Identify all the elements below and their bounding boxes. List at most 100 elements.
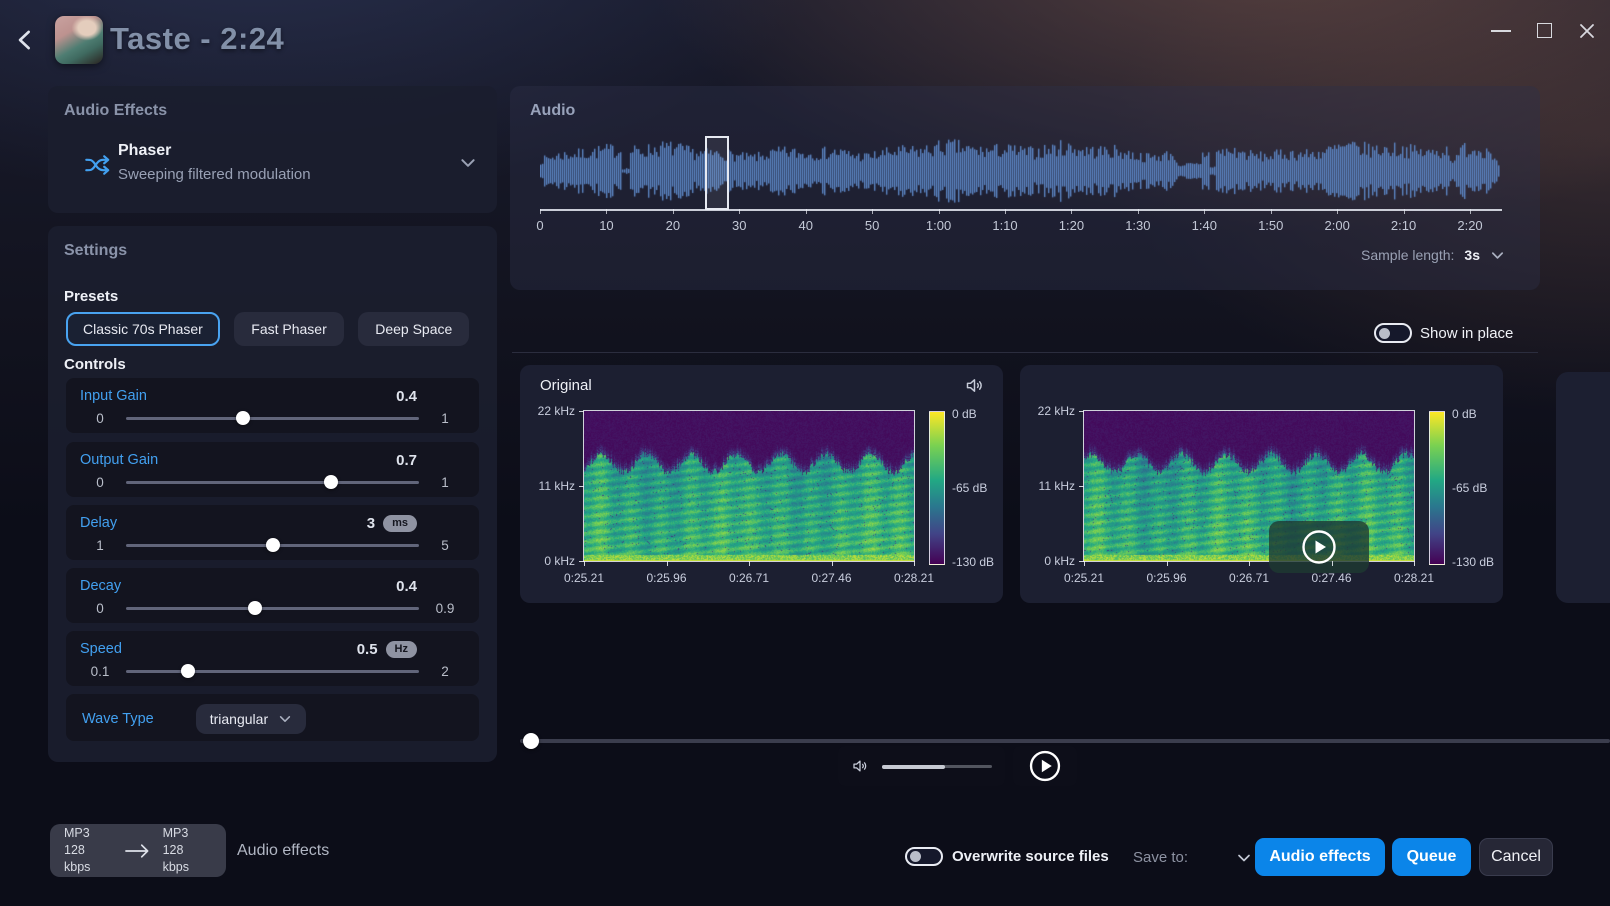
effect-selector[interactable]: Phaser Sweeping filtered modulation (48, 138, 497, 194)
output-gain-slider[interactable] (126, 474, 419, 490)
presets-heading: Presets (64, 288, 118, 305)
time-label: 0:25.96 (646, 571, 686, 585)
colorbar: 0 dB -65 dB -130 dB (1429, 411, 1445, 565)
time-tick: 40 (798, 218, 812, 233)
overwrite-row: Overwrite source files (905, 847, 1109, 866)
freq-tick: 22 kHz (538, 404, 575, 418)
close-button[interactable] (1577, 21, 1597, 41)
db-tick: -130 dB (952, 555, 994, 569)
input-gain-slider[interactable] (126, 410, 419, 426)
audio-effects-button[interactable]: Audio effects (1255, 838, 1385, 876)
effect-description: Sweeping filtered modulation (118, 166, 311, 183)
time-label: 0:26.71 (729, 571, 769, 585)
waveform[interactable] (540, 134, 1500, 208)
spectrogram-canvas (584, 411, 914, 561)
db-tick: -65 dB (1452, 481, 1487, 495)
conversion-badge: MP3 128 kbps MP3 128 kbps (50, 824, 226, 877)
slider-row-decay: Decay 0.4 0 0.9 (66, 568, 479, 623)
settings-heading: Settings (64, 242, 127, 260)
show-in-place-row: Show in place (1374, 323, 1513, 343)
time-tick: 50 (865, 218, 879, 233)
volume-icon[interactable] (851, 757, 869, 775)
spectrogram-processed-card: 22 kHz 11 kHz 0 kHz 0:25.21 0:25.96 0:26… (1020, 365, 1503, 603)
spectrogram-plot: 22 kHz 11 kHz 0 kHz 0:25.21 0:25.96 0:26… (583, 410, 915, 562)
sample-selection-handle[interactable] (705, 136, 729, 210)
controls-heading: Controls (64, 356, 126, 373)
slider-row-input-gain: Input Gain 0.4 0 1 (66, 378, 479, 433)
slider-value: 0.5 (357, 641, 378, 658)
time-label: 0:28.21 (1394, 571, 1434, 585)
unit-badge: ms (383, 515, 417, 532)
slider-label: Speed (80, 641, 122, 657)
show-in-place-label: Show in place (1420, 325, 1513, 342)
save-to-label: Save to: (1133, 849, 1188, 866)
slider-min: 0 (80, 475, 120, 490)
preset-group: Classic 70s Phaser Fast Phaser Deep Spac… (66, 312, 479, 346)
queue-button[interactable]: Queue (1392, 838, 1471, 876)
overwrite-toggle[interactable] (905, 847, 943, 866)
time-tick: 1:20 (1059, 218, 1084, 233)
chevron-down-icon (1490, 248, 1505, 263)
time-label: 0:25.21 (564, 571, 604, 585)
back-button[interactable] (10, 24, 42, 56)
time-tick: 2:10 (1391, 218, 1416, 233)
play-button[interactable] (1027, 748, 1063, 784)
sample-length-dropdown[interactable]: Sample length: 3s (1361, 247, 1505, 263)
time-tick: 20 (666, 218, 680, 233)
slider-thumb[interactable] (181, 664, 195, 678)
time-label: 0:27.46 (1311, 571, 1351, 585)
speed-slider[interactable] (126, 663, 419, 679)
volume-control (838, 746, 1005, 786)
shuffle-icon (84, 152, 114, 178)
save-to-dropdown[interactable]: Save to: (1133, 849, 1252, 866)
slider-label: Decay (80, 578, 121, 594)
spectrogram-plot: 22 kHz 11 kHz 0 kHz 0:25.21 0:25.96 0:26… (1083, 410, 1415, 562)
sample-length-value: 3s (1464, 247, 1480, 263)
cancel-button[interactable]: Cancel (1479, 838, 1553, 876)
slider-label: Output Gain (80, 452, 158, 468)
wave-type-select[interactable]: triangular (196, 704, 306, 734)
preset-deep-space[interactable]: Deep Space (358, 312, 469, 346)
volume-slider[interactable] (882, 758, 992, 774)
speaker-icon[interactable] (964, 375, 985, 396)
preset-classic-70s-phaser[interactable]: Classic 70s Phaser (66, 312, 220, 346)
slider-max: 5 (425, 538, 465, 553)
effect-name: Phaser (118, 142, 171, 160)
audio-heading: Audio (530, 102, 575, 120)
maximize-button[interactable] (1537, 23, 1552, 38)
spectrogram-original-card: Original 22 kHz 11 kHz 0 kHz 0:25.21 0:2… (520, 365, 1003, 603)
play-button-container (1013, 746, 1077, 786)
slider-thumb[interactable] (248, 601, 262, 615)
preset-fast-phaser[interactable]: Fast Phaser (234, 312, 343, 346)
slider-min: 0 (80, 411, 120, 426)
task-label: Audio effects (237, 842, 329, 860)
audio-panel: Audio 0 10 20 30 40 50 1:00 1:10 1:20 1:… (510, 86, 1540, 290)
slider-thumb[interactable] (266, 538, 280, 552)
source-format: MP3 128 kbps (64, 825, 113, 876)
progress-thumb[interactable] (523, 733, 539, 749)
audio-effects-panel: Audio Effects Phaser Sweeping filtered m… (48, 86, 497, 213)
time-label: 0:26.71 (1229, 571, 1269, 585)
minimize-button[interactable] (1491, 30, 1511, 32)
wave-type-label: Wave Type (82, 711, 154, 727)
time-axis-labels: 0 10 20 30 40 50 1:00 1:10 1:20 1:30 1:4… (540, 218, 1502, 236)
slider-thumb[interactable] (324, 475, 338, 489)
preview-play-button[interactable] (1269, 521, 1369, 573)
slider-row-delay: Delay 3 ms 1 5 (66, 505, 479, 560)
slider-thumb[interactable] (236, 411, 250, 425)
chevron-down-icon (459, 154, 477, 172)
slider-label: Delay (80, 515, 117, 531)
target-format: MP3 128 kbps (163, 825, 212, 876)
slider-value: 0.4 (396, 388, 417, 405)
slider-max: 1 (425, 411, 465, 426)
chevron-down-icon (1236, 850, 1252, 866)
page-title: Taste - 2:24 (110, 21, 284, 57)
delay-slider[interactable] (126, 537, 419, 553)
show-in-place-toggle[interactable] (1374, 323, 1412, 343)
time-label: 0:25.96 (1146, 571, 1186, 585)
freq-tick: 11 kHz (1039, 479, 1075, 493)
decay-slider[interactable] (126, 600, 419, 616)
play-icon (1299, 527, 1339, 567)
chevron-down-icon (278, 712, 292, 726)
slider-max: 0.9 (425, 601, 465, 616)
